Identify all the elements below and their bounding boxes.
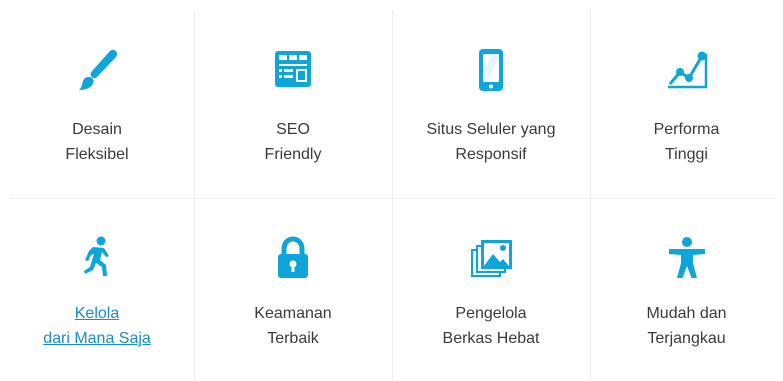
mobile-phone-icon — [467, 46, 515, 94]
feature-easy-affordable: Mudah dan Terjangkau — [590, 198, 783, 381]
feature-file-manager: Pengelola Berkas Hebat — [392, 198, 590, 381]
feature-link-line2[interactable]: dari Mana Saja — [0, 326, 194, 351]
feature-label-line2: Friendly — [264, 146, 322, 163]
feature-label: Mudah dan Terjangkau — [590, 301, 783, 351]
feature-seo-friendly: SEO Friendly — [194, 0, 392, 198]
feature-label: Situs Seluler yang Responsif — [392, 117, 590, 167]
feature-label-line1: Pengelola — [455, 305, 527, 322]
features-grid: Desain Fleksibel SEO Friendly Situs Selu… — [0, 0, 783, 381]
feature-label-line2: Fleksibel — [65, 146, 129, 163]
feature-high-performance: Performa Tinggi — [590, 0, 783, 198]
image-gallery-icon — [467, 234, 515, 282]
line-chart-icon — [663, 46, 711, 94]
paintbrush-icon — [73, 46, 121, 94]
feature-manage-anywhere: Kelola dari Mana Saja — [0, 198, 194, 381]
running-person-icon — [73, 234, 121, 282]
feature-label-line1: Performa — [653, 121, 720, 138]
accessibility-person-icon — [663, 234, 711, 282]
feature-label-line1: Keamanan — [254, 305, 332, 322]
feature-label-line1: SEO — [276, 121, 310, 138]
feature-label-line1: Desain — [72, 121, 122, 138]
feature-label: Pengelola Berkas Hebat — [392, 301, 590, 351]
feature-responsive-mobile: Situs Seluler yang Responsif — [392, 0, 590, 198]
feature-best-security: Keamanan Terbaik — [194, 198, 392, 381]
feature-label-line2: Berkas Hebat — [442, 330, 540, 347]
feature-label-line1: Mudah dan — [646, 305, 727, 322]
feature-label-line2: Responsif — [455, 146, 527, 163]
feature-label: SEO Friendly — [194, 117, 392, 167]
padlock-icon — [269, 234, 317, 282]
feature-label-line1: Situs Seluler yang — [426, 121, 556, 138]
feature-label-link[interactable]: Kelola dari Mana Saja — [0, 301, 194, 351]
feature-label-line2: Tinggi — [665, 146, 708, 163]
feature-label: Keamanan Terbaik — [194, 301, 392, 351]
feature-label-line2: Terjangkau — [647, 330, 726, 347]
feature-link-line1[interactable]: Kelola — [0, 301, 194, 326]
seo-browser-icon — [269, 46, 317, 94]
feature-label-line2: Terbaik — [267, 330, 319, 347]
feature-label: Desain Fleksibel — [0, 117, 194, 167]
feature-flexible-design: Desain Fleksibel — [0, 0, 194, 198]
feature-label: Performa Tinggi — [590, 117, 783, 167]
